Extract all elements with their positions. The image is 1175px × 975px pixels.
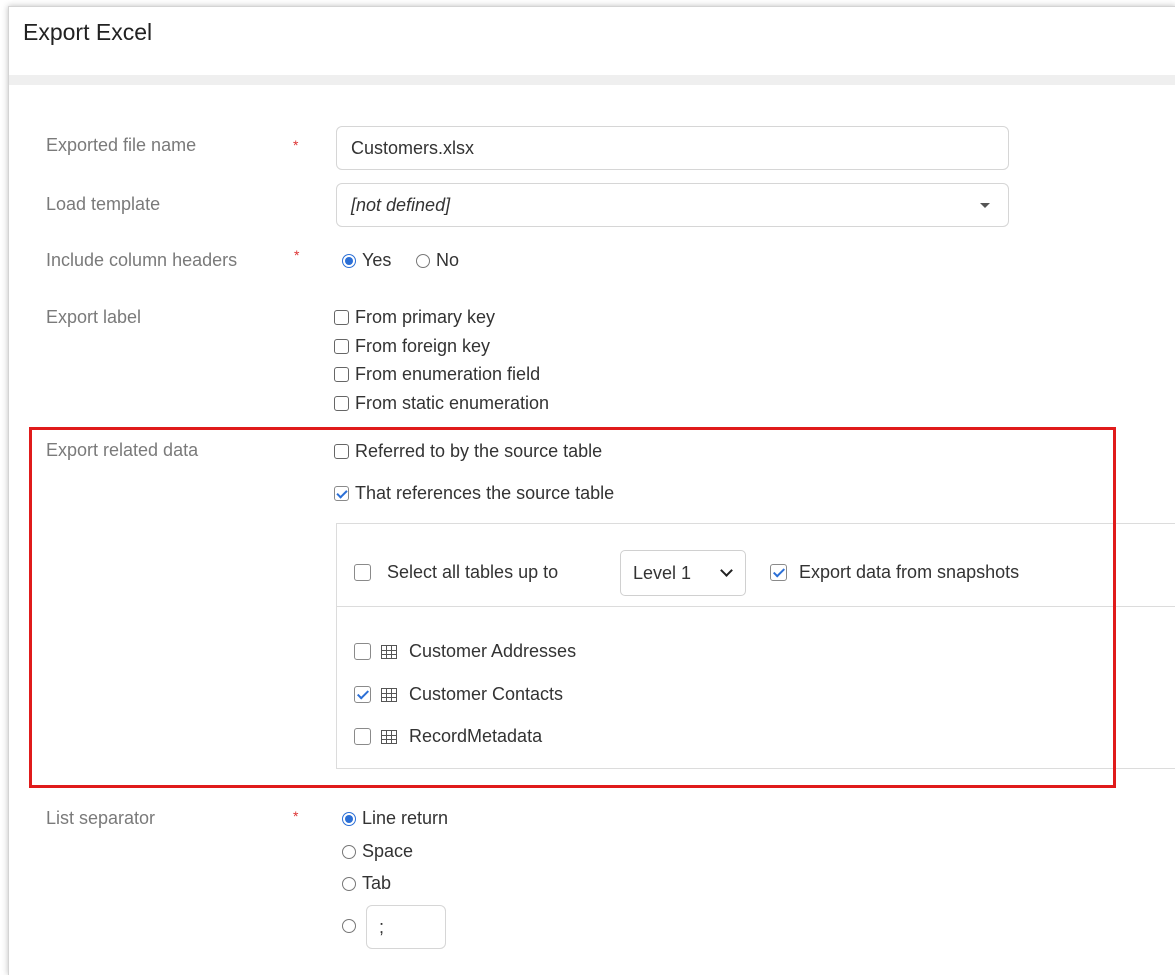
chevron-down-icon xyxy=(720,564,733,577)
export-label-label: Export label xyxy=(46,307,142,327)
dialog-title: Export Excel xyxy=(23,19,153,45)
export-label-static-enumeration-checkbox[interactable]: From static enumeration xyxy=(334,393,549,414)
separator-label: List separator xyxy=(46,808,156,828)
level-value: Level 1 xyxy=(633,563,692,583)
radio-selected-icon xyxy=(342,811,356,826)
template-value: [not defined] xyxy=(351,195,451,215)
table-row[interactable]: Customer Contacts xyxy=(354,684,563,705)
radio-icon xyxy=(342,919,356,933)
related-data-label: Export related data xyxy=(46,440,199,460)
snapshots-label: Export data from snapshots xyxy=(799,562,1020,582)
table-icon xyxy=(381,687,397,702)
related-tables-panel: Select all tables up to Level 1 Export d… xyxy=(336,523,1175,769)
custom-separator-input[interactable]: ; xyxy=(366,905,446,949)
radio-icon xyxy=(416,253,430,268)
option-label: Line return xyxy=(362,808,449,828)
export-label-primary-key-checkbox[interactable]: From primary key xyxy=(334,307,495,328)
option-label: Space xyxy=(362,841,414,861)
checkbox-checked-icon xyxy=(354,686,371,703)
title-divider xyxy=(9,75,1175,85)
export-label-enumeration-checkbox[interactable]: From enumeration field xyxy=(334,364,540,385)
checkbox-icon xyxy=(334,339,349,354)
separator-tab-radio[interactable]: Tab xyxy=(342,873,391,894)
radio-icon xyxy=(342,844,356,859)
required-marker: * xyxy=(293,137,299,153)
checkbox-icon xyxy=(334,396,349,411)
option-label: From foreign key xyxy=(355,336,491,356)
export-label-foreign-key-checkbox[interactable]: From foreign key xyxy=(334,336,490,357)
headers-no-label: No xyxy=(436,250,460,270)
checkbox-icon xyxy=(334,310,349,325)
headers-no-radio[interactable]: No xyxy=(416,250,459,271)
table-row[interactable]: RecordMetadata xyxy=(354,726,542,747)
export-excel-dialog: Export Excel Exported file name * Custom… xyxy=(8,6,1175,975)
radio-selected-icon xyxy=(342,253,356,268)
select-all-label: Select all tables up to xyxy=(387,562,559,582)
checkbox-checked-icon xyxy=(334,486,349,501)
panel-divider xyxy=(337,606,1175,607)
checkbox-icon xyxy=(354,643,371,660)
checkbox-icon xyxy=(334,367,349,382)
table-name: Customer Contacts xyxy=(409,684,564,704)
separator-line-return-radio[interactable]: Line return xyxy=(342,808,448,829)
checkbox-icon xyxy=(354,728,371,745)
checkbox-icon xyxy=(334,444,349,459)
table-icon xyxy=(381,644,397,659)
option-label: That references the source table xyxy=(355,483,615,503)
level-select[interactable]: Level 1 xyxy=(620,550,746,596)
referred-by-checkbox[interactable]: Referred to by the source table xyxy=(334,441,602,462)
table-name: RecordMetadata xyxy=(409,726,543,746)
table-row[interactable]: Customer Addresses xyxy=(354,641,576,662)
headers-yes-label: Yes xyxy=(362,250,392,270)
required-marker: * xyxy=(294,247,300,263)
references-checkbox[interactable]: That references the source table xyxy=(334,483,614,504)
headers-yes-radio[interactable]: Yes xyxy=(342,250,391,271)
option-label: Referred to by the source table xyxy=(355,441,603,461)
table-name: Customer Addresses xyxy=(409,641,577,661)
template-select[interactable]: [not defined] xyxy=(336,183,1009,227)
separator-space-radio[interactable]: Space xyxy=(342,841,413,862)
checkbox-checked-icon xyxy=(770,564,787,581)
table-icon xyxy=(381,729,397,744)
option-label: From enumeration field xyxy=(355,364,541,384)
dropdown-caret-icon xyxy=(980,203,990,208)
custom-separator-value: ; xyxy=(379,917,385,937)
option-label: From primary key xyxy=(355,307,496,327)
checkbox-icon xyxy=(354,564,371,581)
file-name-label: Exported file name xyxy=(46,135,197,155)
option-label: Tab xyxy=(362,873,392,893)
required-marker: * xyxy=(293,808,299,824)
headers-label: Include column headers xyxy=(46,250,238,270)
option-label: From static enumeration xyxy=(355,393,550,413)
export-snapshots-checkbox[interactable]: Export data from snapshots xyxy=(770,562,1019,583)
template-label: Load template xyxy=(46,194,161,214)
select-all-tables-checkbox[interactable]: Select all tables up to xyxy=(354,562,558,583)
file-name-value: Customers.xlsx xyxy=(351,138,475,158)
file-name-input[interactable]: Customers.xlsx xyxy=(336,126,1009,170)
separator-custom-radio[interactable] xyxy=(342,919,362,933)
radio-icon xyxy=(342,876,356,891)
